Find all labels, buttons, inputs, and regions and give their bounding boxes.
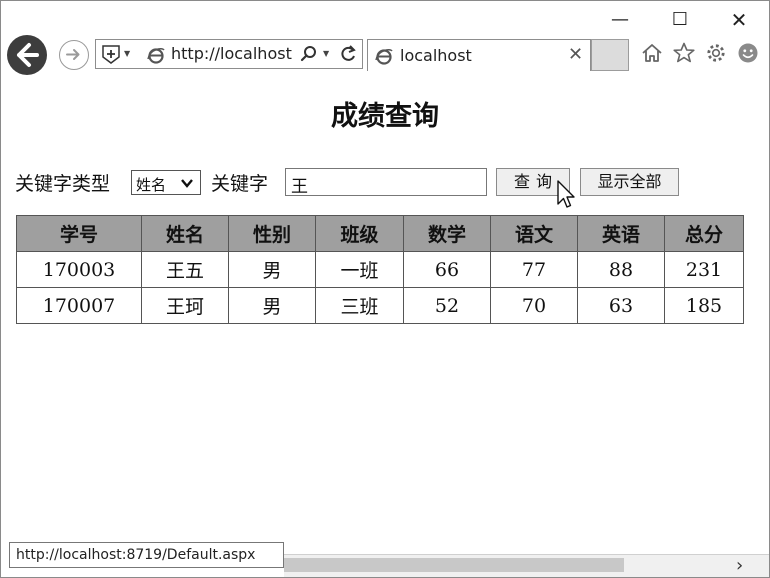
favorites-star-icon[interactable] [672, 41, 696, 65]
chevron-down-icon [181, 179, 193, 188]
table-cell: 一班 [315, 251, 404, 288]
table-cell: 88 [577, 251, 665, 288]
home-icon[interactable] [640, 41, 664, 65]
table-header-cell: 数学 [403, 215, 491, 252]
table-header-cell: 班级 [315, 215, 404, 252]
browser-tab[interactable]: localhost ✕ [367, 39, 591, 71]
smiley-feedback-icon[interactable] [736, 41, 760, 65]
table-header-cell: 学号 [16, 215, 142, 252]
gear-icon[interactable] [704, 41, 728, 65]
close-window-button[interactable]: ✕ [724, 9, 754, 31]
table-cell: 王五 [141, 251, 229, 288]
table-cell: 三班 [315, 287, 404, 324]
keyword-type-select[interactable]: 姓名 [131, 170, 201, 195]
search-icon[interactable] [299, 44, 319, 64]
close-tab-icon[interactable]: ✕ [568, 44, 583, 65]
table-header-row: 学号 姓名 性别 班级 数学 语文 英语 总分 [16, 215, 744, 252]
table-header-cell: 性别 [228, 215, 316, 252]
table-cell: 185 [664, 287, 744, 324]
keyword-type-value: 姓名 [136, 176, 167, 194]
ie-logo-icon [147, 47, 165, 64]
back-button[interactable] [7, 35, 47, 75]
address-bar[interactable]: ▼ http://localhost ▼ [95, 39, 363, 69]
table-row: 170007 王珂 男 三班 52 70 63 185 [16, 287, 744, 324]
table-cell: 52 [403, 287, 491, 324]
show-all-button[interactable]: 显示全部 [580, 168, 679, 196]
table-header-cell: 姓名 [141, 215, 229, 252]
score-table: 学号 姓名 性别 班级 数学 语文 英语 总分 170003 王五 男 一班 6… [16, 215, 744, 324]
minimize-button[interactable]: — [605, 9, 635, 31]
forward-arrow-icon [66, 49, 80, 60]
horizontal-scrollbar[interactable]: › [284, 554, 769, 577]
back-arrow-icon [17, 43, 39, 67]
maximize-button[interactable]: ☐ [665, 9, 695, 31]
table-cell: 66 [403, 251, 491, 288]
table-row: 170003 王五 男 一班 66 77 88 231 [16, 251, 744, 288]
keyword-input-value: 王 [291, 177, 308, 197]
chevron-down-icon[interactable]: ▼ [323, 49, 329, 58]
refresh-icon[interactable] [338, 43, 358, 65]
new-tab-button[interactable] [591, 39, 629, 71]
table-cell: 231 [664, 251, 744, 288]
table-cell: 77 [490, 251, 578, 288]
tab-title: localhost [400, 46, 472, 65]
table-cell: 70 [490, 287, 578, 324]
browser-window: — ☐ ✕ ▼ http://localhost ▼ localhost ✕ 成… [0, 0, 770, 578]
mouse-cursor-icon [557, 180, 575, 208]
table-header-cell: 英语 [577, 215, 665, 252]
table-cell: 王珂 [141, 287, 229, 324]
table-cell: 170007 [16, 287, 142, 324]
scroll-right-arrow-icon[interactable]: › [736, 555, 743, 576]
table-header-cell: 语文 [490, 215, 578, 252]
keyword-type-label: 关键字类型 [15, 173, 111, 195]
table-cell: 63 [577, 287, 665, 324]
compatibility-view-icon[interactable] [100, 43, 122, 65]
table-header-cell: 总分 [664, 215, 744, 252]
address-url[interactable]: http://localhost [171, 44, 292, 63]
table-cell: 170003 [16, 251, 142, 288]
forward-button[interactable] [59, 40, 89, 70]
status-bar-url: http://localhost:8719/Default.aspx [9, 542, 284, 568]
table-cell: 男 [228, 251, 316, 288]
keyword-label: 关键字 [211, 173, 269, 195]
page-title: 成绩查询 [331, 101, 439, 132]
scrollbar-thumb[interactable] [284, 558, 624, 572]
table-cell: 男 [228, 287, 316, 324]
chevron-down-icon[interactable]: ▼ [124, 49, 130, 58]
ie-logo-icon [375, 48, 393, 65]
keyword-input[interactable]: 王 [285, 168, 487, 197]
